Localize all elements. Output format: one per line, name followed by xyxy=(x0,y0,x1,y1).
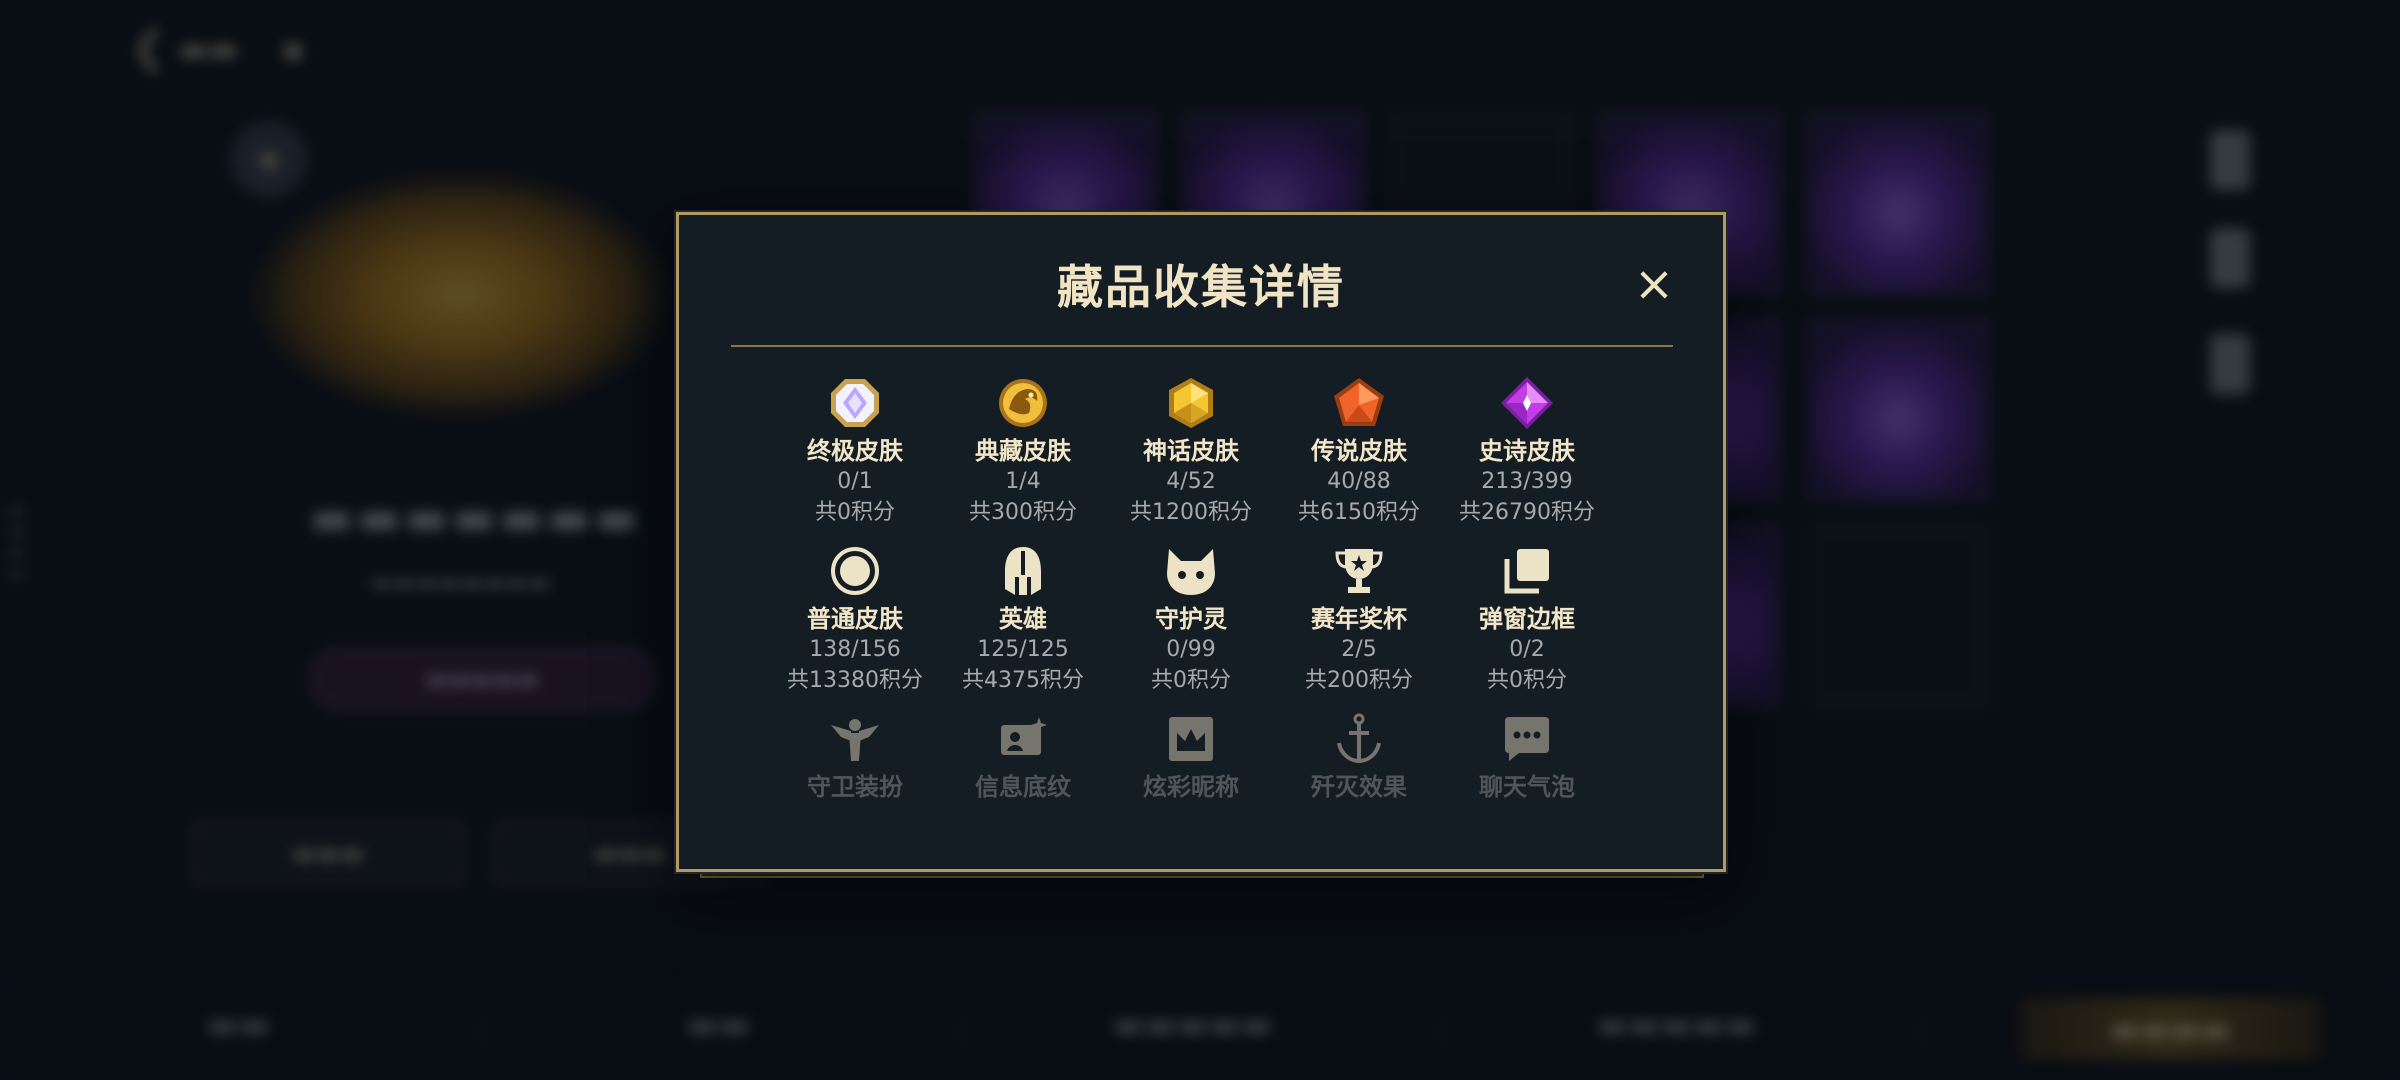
item-points: 共6150积分 xyxy=(1298,500,1420,525)
pentagon-gem-icon xyxy=(1334,378,1384,426)
item-label: 传说皮肤 xyxy=(1311,437,1407,465)
helmet-icon xyxy=(1005,547,1041,595)
circle-ring-icon xyxy=(831,547,879,595)
collection-item[interactable]: 信息底纹 xyxy=(939,711,1107,803)
item-label: 终极皮肤 xyxy=(807,437,903,465)
modal-title: 藏品收集详情 xyxy=(1057,260,1345,314)
item-count: 0/99 xyxy=(1166,637,1216,662)
collection-grid: 终极皮肤 0/1 共0积分 典藏皮肤 1/4 共300积分 神话皮肤 4/52 … xyxy=(771,375,1611,879)
collection-item[interactable]: 守卫装扮 xyxy=(771,711,939,803)
item-label: 史诗皮肤 xyxy=(1479,437,1575,465)
cat-face-icon xyxy=(1167,549,1215,595)
hexagon-gem-icon xyxy=(1169,378,1213,428)
item-points: 共200积分 xyxy=(1305,668,1413,693)
collection-row: 守卫装扮 信息底纹 炫彩昵称 歼灭效果 聊天气泡 xyxy=(771,711,1611,879)
collection-item[interactable]: 终极皮肤 0/1 共0积分 xyxy=(771,375,939,529)
item-points: 共1200积分 xyxy=(1130,500,1252,525)
item-points: 共0积分 xyxy=(815,500,895,525)
crown-frame-icon xyxy=(1169,717,1213,761)
item-count: 4/52 xyxy=(1166,469,1216,494)
chat-bubble-icon xyxy=(1505,717,1549,761)
dragon-gem-icon xyxy=(999,379,1047,427)
item-label: 信息底纹 xyxy=(975,773,1071,801)
stacked-frames-icon xyxy=(1504,549,1549,594)
item-count: 0/2 xyxy=(1509,637,1545,662)
collection-item[interactable]: 英雄 125/125 共4375积分 xyxy=(939,543,1107,697)
item-count: 0/1 xyxy=(837,469,873,494)
collection-item[interactable]: 典藏皮肤 1/4 共300积分 xyxy=(939,375,1107,529)
item-points: 共13380积分 xyxy=(787,668,923,693)
diamond-gem-icon xyxy=(1501,377,1553,429)
card-sparkle-icon xyxy=(1001,717,1047,755)
item-points: 共4375积分 xyxy=(962,668,1084,693)
item-label: 典藏皮肤 xyxy=(975,437,1071,465)
collection-item[interactable]: 神话皮肤 4/52 共1200积分 xyxy=(1107,375,1275,529)
item-count: 138/156 xyxy=(809,637,901,662)
item-count: 1/4 xyxy=(1005,469,1041,494)
collection-item[interactable]: 弹窗边框 0/2 共0积分 xyxy=(1443,543,1611,697)
item-label: 守护灵 xyxy=(1155,605,1227,633)
item-label: 赛年奖杯 xyxy=(1311,605,1407,633)
collection-item[interactable]: 史诗皮肤 213/399 共26790积分 xyxy=(1443,375,1611,529)
item-points: 共0积分 xyxy=(1151,668,1231,693)
item-label: 英雄 xyxy=(999,605,1047,633)
item-count: 40/88 xyxy=(1327,469,1391,494)
item-count: 2/5 xyxy=(1341,637,1377,662)
collection-item[interactable]: 炫彩昵称 xyxy=(1107,711,1275,803)
item-label: 聊天气泡 xyxy=(1479,773,1575,801)
item-count: 125/125 xyxy=(977,637,1069,662)
item-points: 共26790积分 xyxy=(1459,500,1595,525)
collection-item[interactable]: 赛年奖杯 2/5 共200积分 xyxy=(1275,543,1443,697)
collection-item[interactable]: 守护灵 0/99 共0积分 xyxy=(1107,543,1275,697)
title-divider xyxy=(731,345,1673,347)
item-points: 共0积分 xyxy=(1487,668,1567,693)
item-label: 歼灭效果 xyxy=(1311,773,1407,801)
collection-item[interactable]: 传说皮肤 40/88 共6150积分 xyxy=(1275,375,1443,529)
collection-row: 终极皮肤 0/1 共0积分 典藏皮肤 1/4 共300积分 神话皮肤 4/52 … xyxy=(771,375,1611,543)
collection-row: 普通皮肤 138/156 共13380积分 英雄 125/125 共4375积分 xyxy=(771,543,1611,711)
winged-figure-icon xyxy=(831,719,879,761)
collection-item[interactable]: 普通皮肤 138/156 共13380积分 xyxy=(771,543,939,697)
item-label: 弹窗边框 xyxy=(1479,605,1575,633)
item-count: 213/399 xyxy=(1481,469,1573,494)
item-label: 普通皮肤 xyxy=(807,605,903,633)
anchor-icon xyxy=(1337,713,1381,764)
octagon-gem-icon xyxy=(831,379,879,427)
item-label: 守卫装扮 xyxy=(807,773,903,801)
item-label: 神话皮肤 xyxy=(1143,437,1239,465)
item-label: 炫彩昵称 xyxy=(1143,773,1239,801)
collection-item[interactable]: 歼灭效果 xyxy=(1275,711,1443,803)
close-button[interactable]: × xyxy=(1629,259,1679,309)
collection-item[interactable]: 聊天气泡 xyxy=(1443,711,1611,803)
collection-details-modal: 藏品收集详情 × 终极皮肤 0/1 共0积分 典藏皮肤 1/4 共300积分 神… xyxy=(676,212,1726,872)
trophy-icon xyxy=(1335,549,1383,593)
item-points: 共300积分 xyxy=(969,500,1077,525)
